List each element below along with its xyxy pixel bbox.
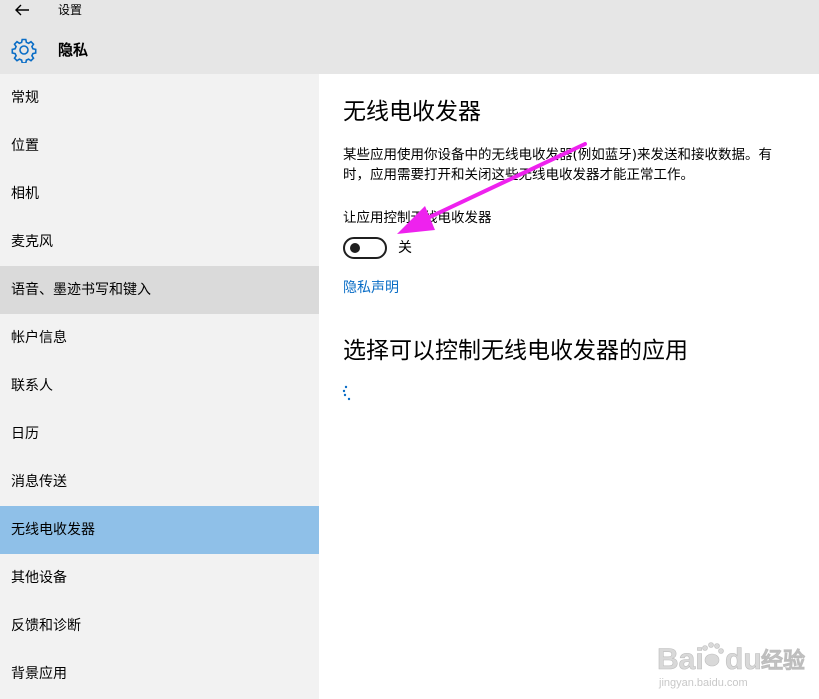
description-text: 某些应用使用你设备中的无线电收发器(例如蓝牙)来发送和接收数据。有时，应用需要打… (343, 147, 773, 183)
sidebar-item-calendar[interactable]: 日历 (0, 410, 319, 458)
sidebar-nav: 常规 位置 相机 麦克风 语音、墨迹书写和键入 帐户信息 联系人 日历 消息传送… (0, 74, 319, 699)
app-title: 设置 (58, 3, 83, 17)
toggle-knob (350, 243, 360, 253)
sidebar-item-feedback-diagnostics[interactable]: 反馈和诊断 (0, 602, 319, 650)
apps-section-title: 选择可以控制无线电收发器的应用 (343, 338, 688, 364)
sidebar-item-account-info[interactable]: 帐户信息 (0, 314, 319, 362)
sidebar-item-general[interactable]: 常规 (0, 74, 319, 122)
watermark-brand-2: du (725, 643, 762, 676)
section-title: 无线电收发器 (343, 99, 481, 125)
sidebar-item-location[interactable]: 位置 (0, 122, 319, 170)
gear-icon (11, 38, 37, 63)
sidebar-item-background-apps[interactable]: 背景应用 (0, 650, 319, 698)
toggle-state-text: 关 (398, 240, 412, 256)
title-bar: 设置 隐私 (0, 0, 819, 74)
sidebar-item-contacts[interactable]: 联系人 (0, 362, 319, 410)
main-content: 无线电收发器 某些应用使用你设备中的无线电收发器(例如蓝牙)来发送和接收数据。有… (319, 74, 819, 699)
back-arrow-icon[interactable] (12, 1, 32, 19)
watermark-brand: Bai (657, 643, 704, 676)
radios-control-toggle[interactable] (343, 237, 387, 259)
baidu-jingyan-watermark: Bai du 经验 jingyan.baidu.com (657, 642, 805, 689)
toggle-label: 让应用控制无线电收发器 (343, 210, 492, 226)
loading-spinner-icon (342, 385, 351, 401)
page-title: 隐私 (58, 41, 89, 59)
sidebar-item-speech-inking-typing[interactable]: 语音、墨迹书写和键入 (0, 266, 319, 314)
sidebar-item-messaging[interactable]: 消息传送 (0, 458, 319, 506)
sidebar-item-radios[interactable]: 无线电收发器 (0, 506, 319, 554)
sidebar-item-camera[interactable]: 相机 (0, 170, 319, 218)
watermark-jingyan: 经验 (761, 648, 805, 673)
sidebar-item-microphone[interactable]: 麦克风 (0, 218, 319, 266)
watermark-url: jingyan.baidu.com (658, 677, 748, 689)
paw-icon (702, 642, 724, 667)
privacy-statement-link[interactable]: 隐私声明 (343, 278, 399, 298)
sidebar-item-other-devices[interactable]: 其他设备 (0, 554, 319, 602)
